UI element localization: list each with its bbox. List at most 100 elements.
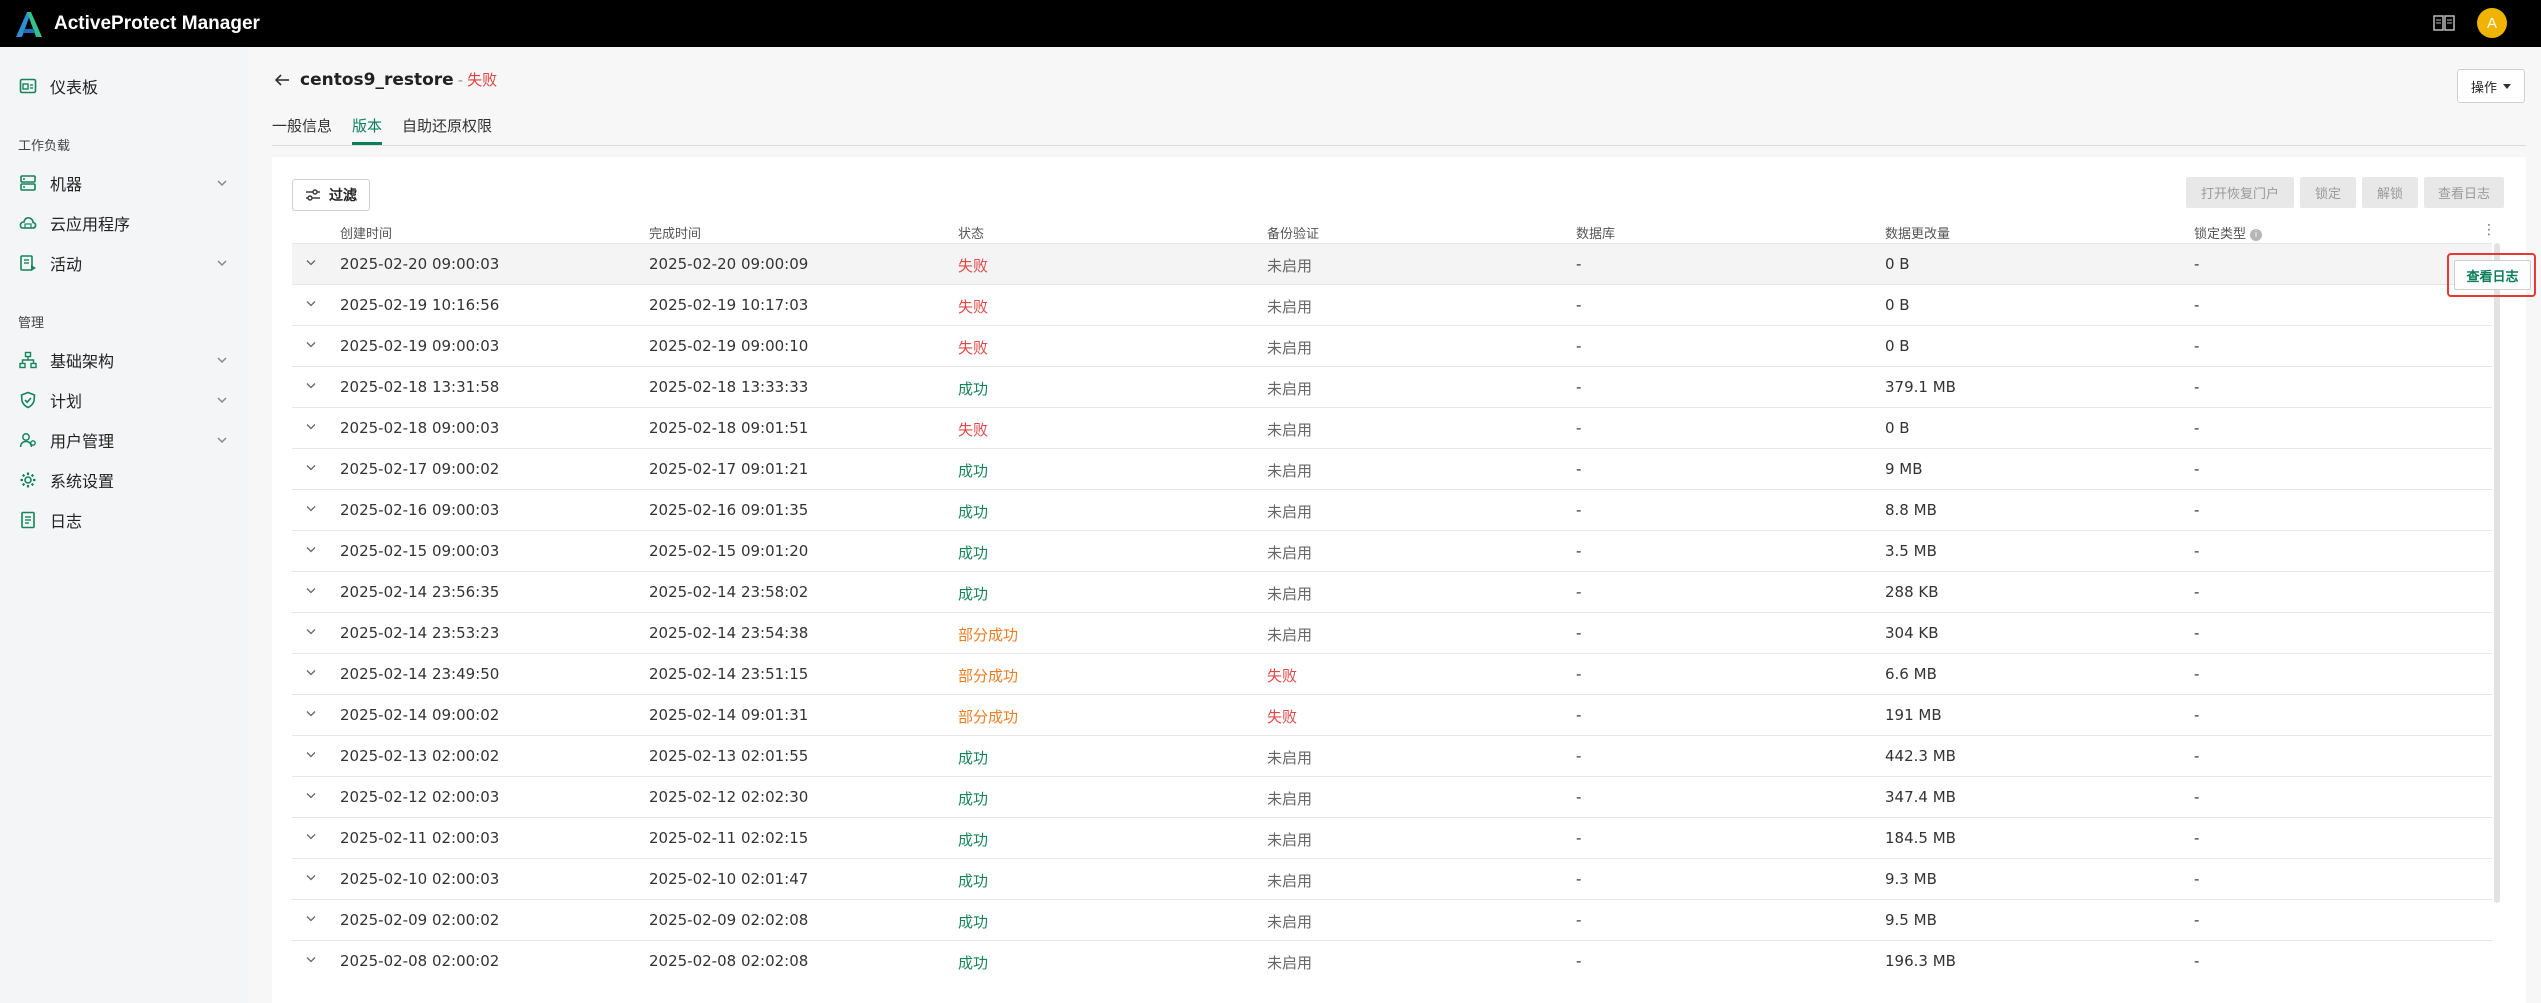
column-header-database[interactable]: 数据库 (1576, 223, 1615, 242)
cell-lock-type: - (2194, 378, 2200, 396)
cell-backup-verify: 未启用 (1267, 913, 1313, 931)
cell-lock-type: - (2194, 788, 2200, 806)
sidebar-item-cloud-apps[interactable]: 云应用程序 (0, 203, 248, 243)
hierarchy-icon (19, 351, 37, 369)
filter-button[interactable]: 过滤 (292, 179, 370, 211)
cell-completed: 2025-02-14 23:54:38 (649, 624, 809, 642)
chevron-down-icon (217, 357, 227, 364)
cell-lock-type: - (2194, 706, 2200, 724)
app-title: ActiveProtect Manager (54, 12, 260, 34)
table-row[interactable]: 2025-02-18 09:00:03 2025-02-18 09:01:51 失败… (292, 407, 2492, 448)
scrollbar[interactable] (2494, 243, 2500, 903)
cell-database: - (1576, 378, 1582, 396)
cell-backup-verify: 未启用 (1267, 503, 1313, 521)
expand-chevron-icon[interactable] (306, 546, 316, 553)
sidebar-item-system-settings[interactable]: 系统设置 (0, 460, 248, 500)
cell-created: 2025-02-14 09:00:02 (340, 706, 500, 724)
sidebar-item-infrastructure[interactable]: 基础架构 (0, 340, 248, 380)
unlock-button[interactable]: 解锁 (2362, 177, 2418, 208)
table-row[interactable]: 2025-02-12 02:00:03 2025-02-12 02:02:30 成功… (292, 776, 2492, 817)
book-icon[interactable] (2433, 14, 2455, 32)
expand-chevron-icon[interactable] (306, 751, 316, 758)
table-row[interactable]: 2025-02-14 23:49:50 2025-02-14 23:51:15 部分… (292, 653, 2492, 694)
cell-data-change: 9.5 MB (1885, 911, 1937, 929)
cell-completed: 2025-02-10 02:01:47 (649, 870, 809, 888)
cell-status: 成功 (958, 831, 989, 849)
chevron-down-icon (217, 180, 227, 187)
column-header-lock-type[interactable]: 锁定类型 i (2194, 223, 2263, 242)
table-row[interactable]: 2025-02-14 23:53:23 2025-02-14 23:54:38 部分… (292, 612, 2492, 653)
cell-database: - (1576, 788, 1582, 806)
expand-chevron-icon[interactable] (306, 341, 316, 348)
table-row[interactable]: 2025-02-11 02:00:03 2025-02-11 02:02:15 成功… (292, 817, 2492, 858)
expand-chevron-icon[interactable] (306, 833, 316, 840)
sidebar-item-user-management[interactable]: 用户管理 (0, 420, 248, 460)
tab-versions[interactable]: 版本 (352, 115, 383, 145)
expand-chevron-icon[interactable] (306, 587, 316, 594)
operations-label: 操作 (2470, 80, 2497, 96)
view-log-toolbar-button[interactable]: 查看日志 (2424, 177, 2504, 208)
sidebar-item-label: 机器 (50, 175, 83, 194)
sidebar-item-machines[interactable]: 机器 (0, 163, 248, 203)
row-view-log-button[interactable]: 查看日志 (2454, 260, 2531, 290)
cell-database: - (1576, 829, 1582, 847)
expand-chevron-icon[interactable] (306, 464, 316, 471)
chevron-down-icon (217, 260, 227, 267)
cell-lock-type: - (2194, 583, 2200, 601)
table-row[interactable]: 2025-02-19 10:16:56 2025-02-19 10:17:03 失败… (292, 284, 2492, 325)
column-header-backup-verify[interactable]: 备份验证 (1267, 223, 1319, 242)
table-row[interactable]: 2025-02-08 02:00:02 2025-02-08 02:02:08 成功… (292, 940, 2492, 981)
table-row[interactable]: 2025-02-14 09:00:02 2025-02-14 09:01:31 部分… (292, 694, 2492, 735)
tab-general-info[interactable]: 一般信息 (272, 115, 332, 145)
expand-chevron-icon[interactable] (306, 382, 316, 389)
info-icon[interactable]: i (2250, 228, 2263, 241)
sidebar-item-logs[interactable]: 日志 (0, 500, 248, 540)
expand-chevron-icon[interactable] (306, 628, 316, 635)
column-settings-icon[interactable]: ⋮ (2482, 222, 2496, 238)
expand-chevron-icon[interactable] (306, 915, 316, 922)
cell-lock-type: - (2194, 542, 2200, 560)
cell-backup-verify: 未启用 (1267, 790, 1313, 808)
expand-chevron-icon[interactable] (306, 792, 316, 799)
gear-icon (20, 472, 36, 488)
table-row[interactable]: 2025-02-09 02:00:02 2025-02-09 02:02:08 成功… (292, 899, 2492, 940)
table-row[interactable]: 2025-02-18 13:31:58 2025-02-18 13:33:33 成功… (292, 366, 2492, 407)
cell-status: 成功 (958, 544, 989, 562)
expand-chevron-icon[interactable] (306, 956, 316, 963)
expand-chevron-icon[interactable] (306, 505, 316, 512)
expand-chevron-icon[interactable] (306, 669, 316, 676)
table-row[interactable]: 2025-02-13 02:00:02 2025-02-13 02:01:55 成功… (292, 735, 2492, 776)
expand-chevron-icon[interactable] (306, 874, 316, 881)
column-header-created[interactable]: 创建时间 (340, 223, 392, 242)
lock-button[interactable]: 锁定 (2300, 177, 2356, 208)
table-row[interactable]: 2025-02-10 02:00:03 2025-02-10 02:01:47 成功… (292, 858, 2492, 899)
expand-chevron-icon[interactable] (306, 423, 316, 430)
expand-chevron-icon[interactable] (306, 259, 316, 266)
operations-button[interactable]: 操作 (2457, 69, 2525, 103)
column-header-data-change[interactable]: 数据更改量 (1885, 223, 1950, 242)
sidebar-item-dashboard[interactable]: 仪表板 (0, 66, 248, 106)
table-row[interactable]: 2025-02-14 23:56:35 2025-02-14 23:58:02 成功… (292, 571, 2492, 612)
column-header-completed[interactable]: 完成时间 (649, 223, 701, 242)
expand-chevron-icon[interactable] (306, 710, 316, 717)
avatar[interactable]: A (2477, 8, 2507, 38)
tab-self-restore-permissions[interactable]: 自助还原权限 (402, 115, 492, 145)
sidebar-item-label: 系统设置 (50, 472, 115, 491)
table-row[interactable]: 2025-02-19 09:00:03 2025-02-19 09:00:10 失败… (292, 325, 2492, 366)
table-row[interactable]: 2025-02-16 09:00:03 2025-02-16 09:01:35 成功… (292, 489, 2492, 530)
table-row[interactable]: 2025-02-15 09:00:03 2025-02-15 09:01:20 成功… (292, 530, 2492, 571)
cell-lock-type: - (2194, 911, 2200, 929)
table-row[interactable]: 2025-02-20 09:00:03 2025-02-20 09:00:09 失败… (292, 243, 2492, 284)
open-recovery-portal-button[interactable]: 打开恢复门户 (2186, 177, 2294, 208)
sidebar-item-plans[interactable]: 计划 (0, 380, 248, 420)
back-arrow-icon[interactable] (274, 73, 290, 87)
sidebar-item-activity[interactable]: 活动 (0, 243, 248, 283)
table-row[interactable]: 2025-02-17 09:00:02 2025-02-17 09:01:21 成功… (292, 448, 2492, 489)
cell-status: 失败 (958, 298, 989, 316)
cell-status: 部分成功 (958, 667, 1019, 685)
cell-created: 2025-02-10 02:00:03 (340, 870, 500, 888)
cell-completed: 2025-02-14 09:01:31 (649, 706, 809, 724)
column-header-status[interactable]: 状态 (958, 223, 984, 242)
sidebar-section-manage: 管理 (18, 316, 45, 331)
expand-chevron-icon[interactable] (306, 300, 316, 307)
